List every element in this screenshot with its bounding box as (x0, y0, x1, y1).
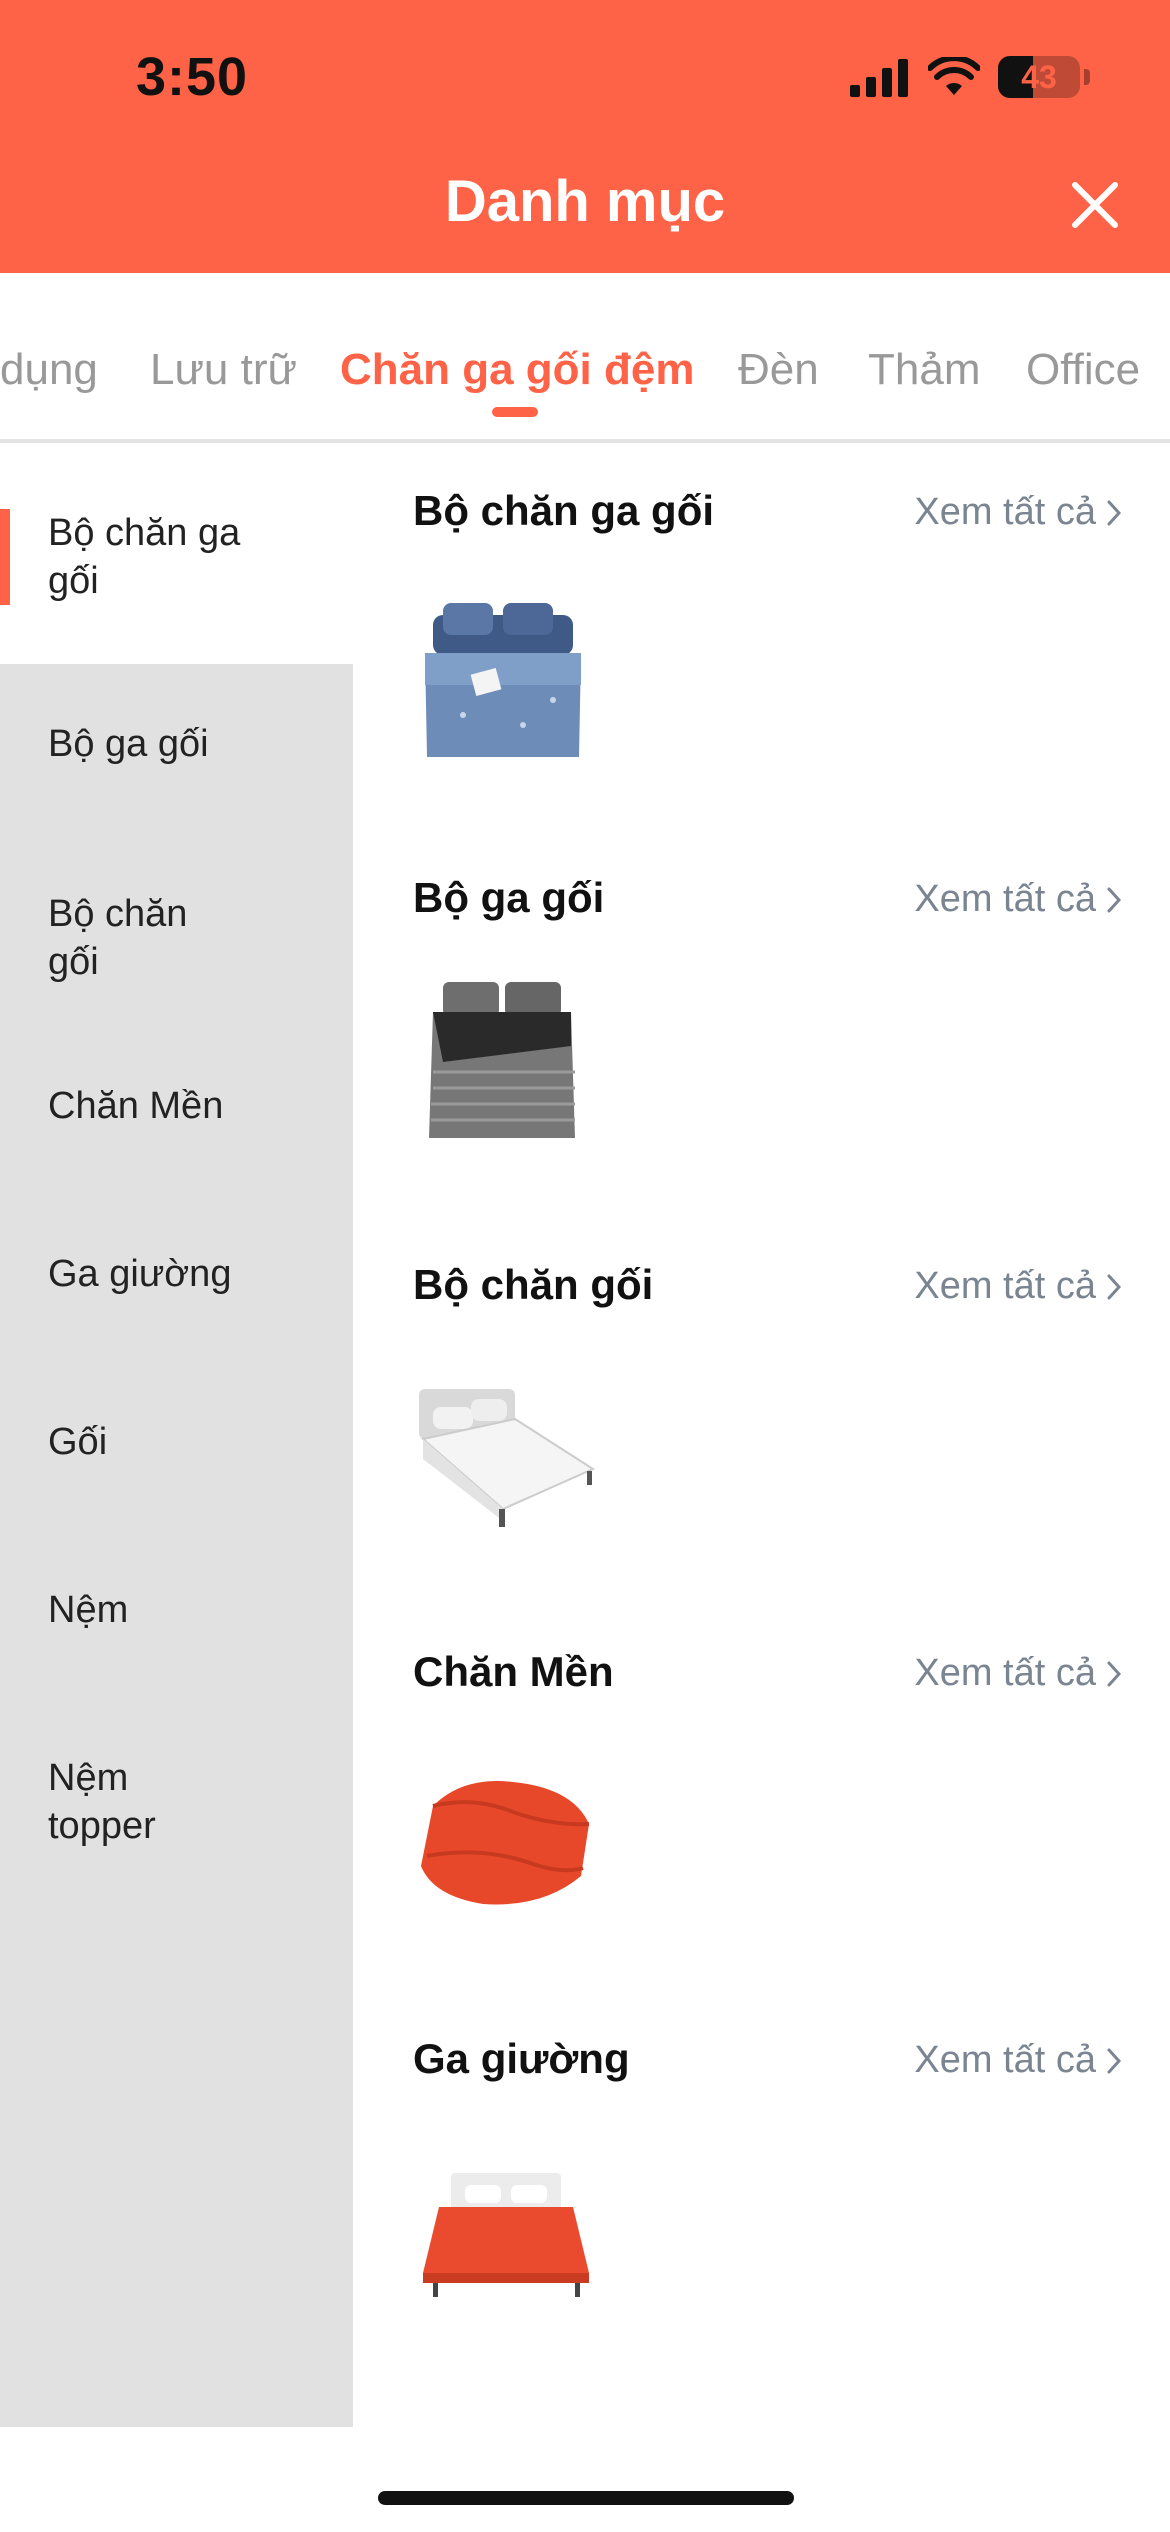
sidebar: Bộ chăn ga gối Bộ ga gối Bộ chăn gối Chă… (0, 447, 353, 2427)
status-time: 3:50 (136, 47, 249, 107)
section-title: Chăn Mền (413, 1648, 614, 1695)
sidebar-item-nem-topper[interactable]: Nệm topper (0, 1704, 353, 1904)
tab-luu-tru[interactable]: Lưu trữ (150, 345, 297, 395)
chevron-right-icon (1107, 887, 1122, 912)
battery-icon: 43 (998, 56, 1080, 98)
cellular-signal-icon (850, 59, 908, 97)
section-title: Bộ chăn ga gối (413, 487, 715, 534)
see-all-link[interactable]: Xem tất cả (914, 2039, 1122, 2082)
sidebar-item-bo-ga-goi[interactable]: Bộ ga gối (0, 664, 353, 832)
tab-office[interactable]: Office (1026, 345, 1140, 395)
white-bed-image[interactable] (403, 1349, 603, 1549)
see-all-link[interactable]: Xem tất cả (914, 1265, 1122, 1308)
orange-folded-comforter-image[interactable] (403, 1736, 603, 1936)
sidebar-item-goi[interactable]: Gối (0, 1368, 353, 1536)
blue-bedding-set-image[interactable] (403, 575, 603, 775)
subcategory-content: Bộ chăn ga gối Xem tất cả Bộ ga gối Xem … (353, 447, 1170, 2427)
tab-tham[interactable]: Thảm (868, 345, 980, 395)
see-all-link[interactable]: Xem tất cả (914, 1652, 1122, 1695)
see-all-label: Xem tất cả (914, 1265, 1096, 1307)
sidebar-item-chan-men[interactable]: Chăn Mền (0, 1032, 353, 1200)
sidebar-item-nem[interactable]: Nệm (0, 1536, 353, 1704)
sidebar-item-label: Ga giường (48, 1253, 232, 1295)
sidebar-item-label: Bộ chăn ga gối (48, 512, 241, 602)
tab-den[interactable]: Đèn (738, 345, 819, 395)
close-button[interactable] (1060, 170, 1130, 240)
active-tab-indicator (492, 407, 538, 417)
section-title: Ga giường (413, 2035, 630, 2082)
orange-bed-sheet-image[interactable] (403, 2123, 603, 2323)
tab-chan-ga-goi-dem[interactable]: Chăn ga gối đệm (340, 345, 694, 395)
sidebar-item-label: Nệm (48, 1589, 129, 1631)
sidebar-item-label: Bộ ga gối (48, 723, 209, 765)
sidebar-item-ga-giuong[interactable]: Ga giường (0, 1200, 353, 1368)
see-all-label: Xem tất cả (914, 878, 1096, 920)
home-indicator[interactable] (378, 2491, 794, 2505)
subcategory-section: Chăn Mền Xem tất cả (353, 1608, 1170, 1995)
chevron-right-icon (1107, 500, 1122, 525)
subcategory-section: Bộ ga gối Xem tất cả (353, 834, 1170, 1221)
close-icon (1072, 182, 1118, 228)
sidebar-item-label: Chăn Mền (48, 1085, 224, 1127)
category-page: 3:50 43 Danh mục dụng Lưu trữ Chăn ga gố… (0, 0, 1170, 2532)
sidebar-item-label: Gối (48, 1421, 108, 1463)
subcategory-section: Bộ chăn gối Xem tất cả (353, 1221, 1170, 1608)
page-title: Danh mục (444, 169, 726, 234)
gray-striped-bed-sheet-set-image[interactable] (403, 962, 603, 1162)
chevron-right-icon (1107, 2048, 1122, 2073)
see-all-label: Xem tất cả (914, 491, 1096, 533)
sidebar-item-bo-chan-ga-goi[interactable]: Bộ chăn ga gối (0, 447, 353, 664)
header: 3:50 43 Danh mục (0, 0, 1170, 273)
status-icons: 43 (848, 52, 1090, 102)
see-all-label: Xem tất cả (914, 2039, 1096, 2081)
section-title: Bộ ga gối (413, 874, 605, 921)
subcategory-section: Ga giường Xem tất cả (353, 1995, 1170, 2382)
battery-level: 43 (1021, 58, 1057, 95)
battery-tip (1084, 69, 1090, 85)
sidebar-item-label: Bộ chăn gối (48, 893, 188, 983)
category-tabs: dụng Lưu trữ Chăn ga gối đệm Đèn Thảm Of… (0, 273, 1170, 443)
chevron-right-icon (1107, 1661, 1122, 1686)
subcategory-section: Bộ chăn ga gối Xem tất cả (353, 447, 1170, 834)
chevron-right-icon (1107, 1274, 1122, 1299)
sidebar-item-label: Nệm topper (48, 1757, 156, 1847)
see-all-link[interactable]: Xem tất cả (914, 878, 1122, 921)
wifi-icon (928, 57, 980, 95)
see-all-label: Xem tất cả (914, 1652, 1096, 1694)
active-item-marker (0, 509, 10, 605)
sidebar-item-bo-chan-goi[interactable]: Bộ chăn gối (0, 832, 353, 1032)
tab-dung[interactable]: dụng (0, 345, 98, 395)
see-all-link[interactable]: Xem tất cả (914, 491, 1122, 534)
section-title: Bộ chăn gối (413, 1261, 654, 1308)
